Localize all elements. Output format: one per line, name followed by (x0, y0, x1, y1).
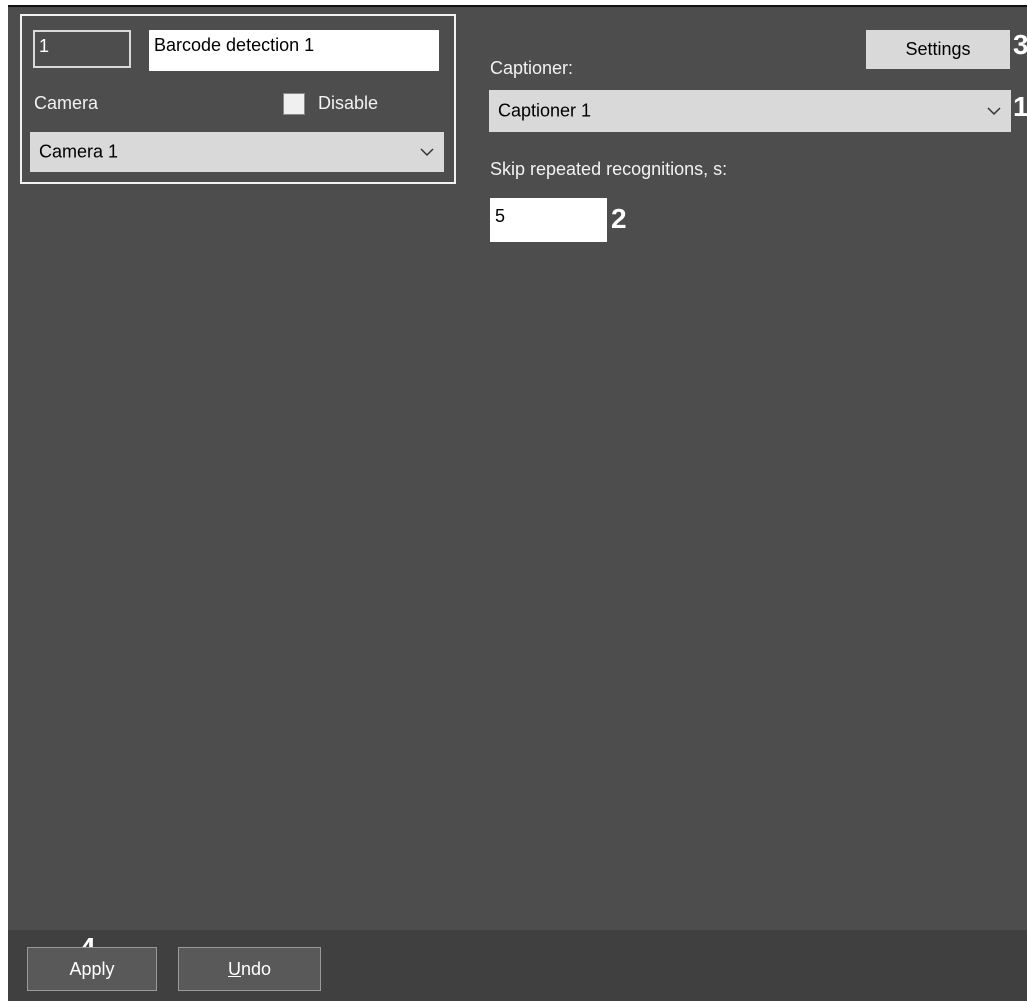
footer-bar (8, 930, 1027, 1001)
captioner-label: Captioner: (490, 58, 574, 78)
skip-repeated-input[interactable]: 5 (490, 198, 607, 242)
undo-mnemonic: U (227, 958, 241, 979)
undo-label: ndo (240, 958, 272, 979)
camera-select[interactable]: Camera 1 (30, 132, 444, 172)
captioner-select-value: Captioner 1 (498, 100, 592, 121)
chevron-down-icon (987, 107, 1001, 116)
detector-name-field[interactable]: Barcode detection 1 (149, 30, 439, 71)
disable-checkbox[interactable] (283, 93, 305, 115)
annotation-number-2: 2 (611, 203, 627, 234)
chevron-down-icon (420, 148, 434, 157)
camera-label: Camera (34, 93, 99, 113)
annotation-number-3: 3 (1013, 29, 1027, 60)
undo-button[interactable]: Undo (178, 947, 321, 991)
annotation-number-1: 1 (1013, 91, 1027, 122)
camera-select-value: Camera 1 (39, 141, 119, 162)
disable-label: Disable (318, 93, 379, 113)
settings-button[interactable]: Settings (866, 30, 1010, 69)
apply-button[interactable]: Apply (27, 947, 157, 991)
captioner-select[interactable]: Captioner 1 (489, 90, 1011, 132)
detector-id-field[interactable]: 1 (33, 30, 131, 68)
skip-repeated-label: Skip repeated recognitions, s: (490, 159, 728, 179)
